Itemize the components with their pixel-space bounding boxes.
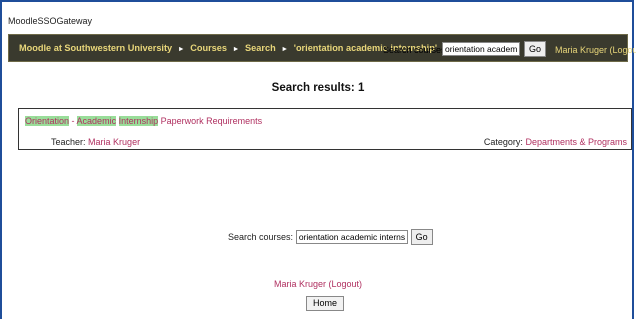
navbar-user: Maria Kruger (Logout) (555, 45, 636, 55)
course-title-part: - (69, 116, 77, 126)
bottom-search-form: Search courses: Go (228, 229, 433, 245)
course-title-link[interactable]: Orientation - Academic Internship Paperw… (25, 116, 262, 126)
breadcrumb-separator-icon: ► (232, 46, 240, 53)
bottom-go-button[interactable]: Go (410, 229, 433, 245)
course-title-part: Academic (76, 116, 117, 126)
footer-logout-link[interactable]: (Logout) (329, 279, 363, 289)
navbar: Moodle at Southwestern University ► Cour… (8, 34, 636, 62)
navbar-go-button[interactable]: Go (524, 41, 546, 57)
footer-user: Maria Kruger (Logout) (0, 279, 636, 289)
breadcrumb-courses-link[interactable]: Courses (190, 43, 227, 53)
breadcrumb-search-link[interactable]: Search (245, 43, 276, 53)
navbar-logout-link[interactable]: (Logout) (610, 45, 636, 55)
teacher-label: Teacher: (51, 137, 86, 147)
course-title-part: Internship (118, 116, 159, 126)
course-title-part: Paperwork Requirements (158, 116, 263, 126)
teacher-row: Teacher: Maria Kruger (51, 137, 140, 147)
window-title: MoodleSSOGateway (8, 16, 93, 26)
bottom-search-label: Search courses: (228, 232, 294, 242)
navbar-user-link[interactable]: Maria Kruger (555, 45, 607, 55)
navbar-search-label: Search courses: (383, 45, 449, 55)
course-result-box: Orientation - Academic Internship Paperw… (18, 108, 632, 150)
home-button[interactable]: Home (306, 296, 344, 311)
teacher-link[interactable]: Maria Kruger (88, 137, 140, 147)
category-link[interactable]: Departments & Programs (525, 137, 627, 147)
results-heading: Search results: 1 (271, 82, 365, 94)
category-row: Category: Departments & Programs (484, 137, 627, 147)
breadcrumb-home-link[interactable]: Moodle at Southwestern University (19, 43, 172, 53)
course-title-part: Orientation (25, 116, 70, 126)
breadcrumb-separator-icon: ► (177, 46, 185, 53)
category-label: Category: (483, 137, 523, 147)
navbar-search-input[interactable] (442, 42, 520, 56)
breadcrumb: Moodle at Southwestern University ► Cour… (19, 43, 437, 53)
bottom-search-input[interactable] (295, 230, 408, 244)
breadcrumb-separator-icon: ► (281, 46, 289, 53)
footer-user-link[interactable]: Maria Kruger (274, 279, 326, 289)
